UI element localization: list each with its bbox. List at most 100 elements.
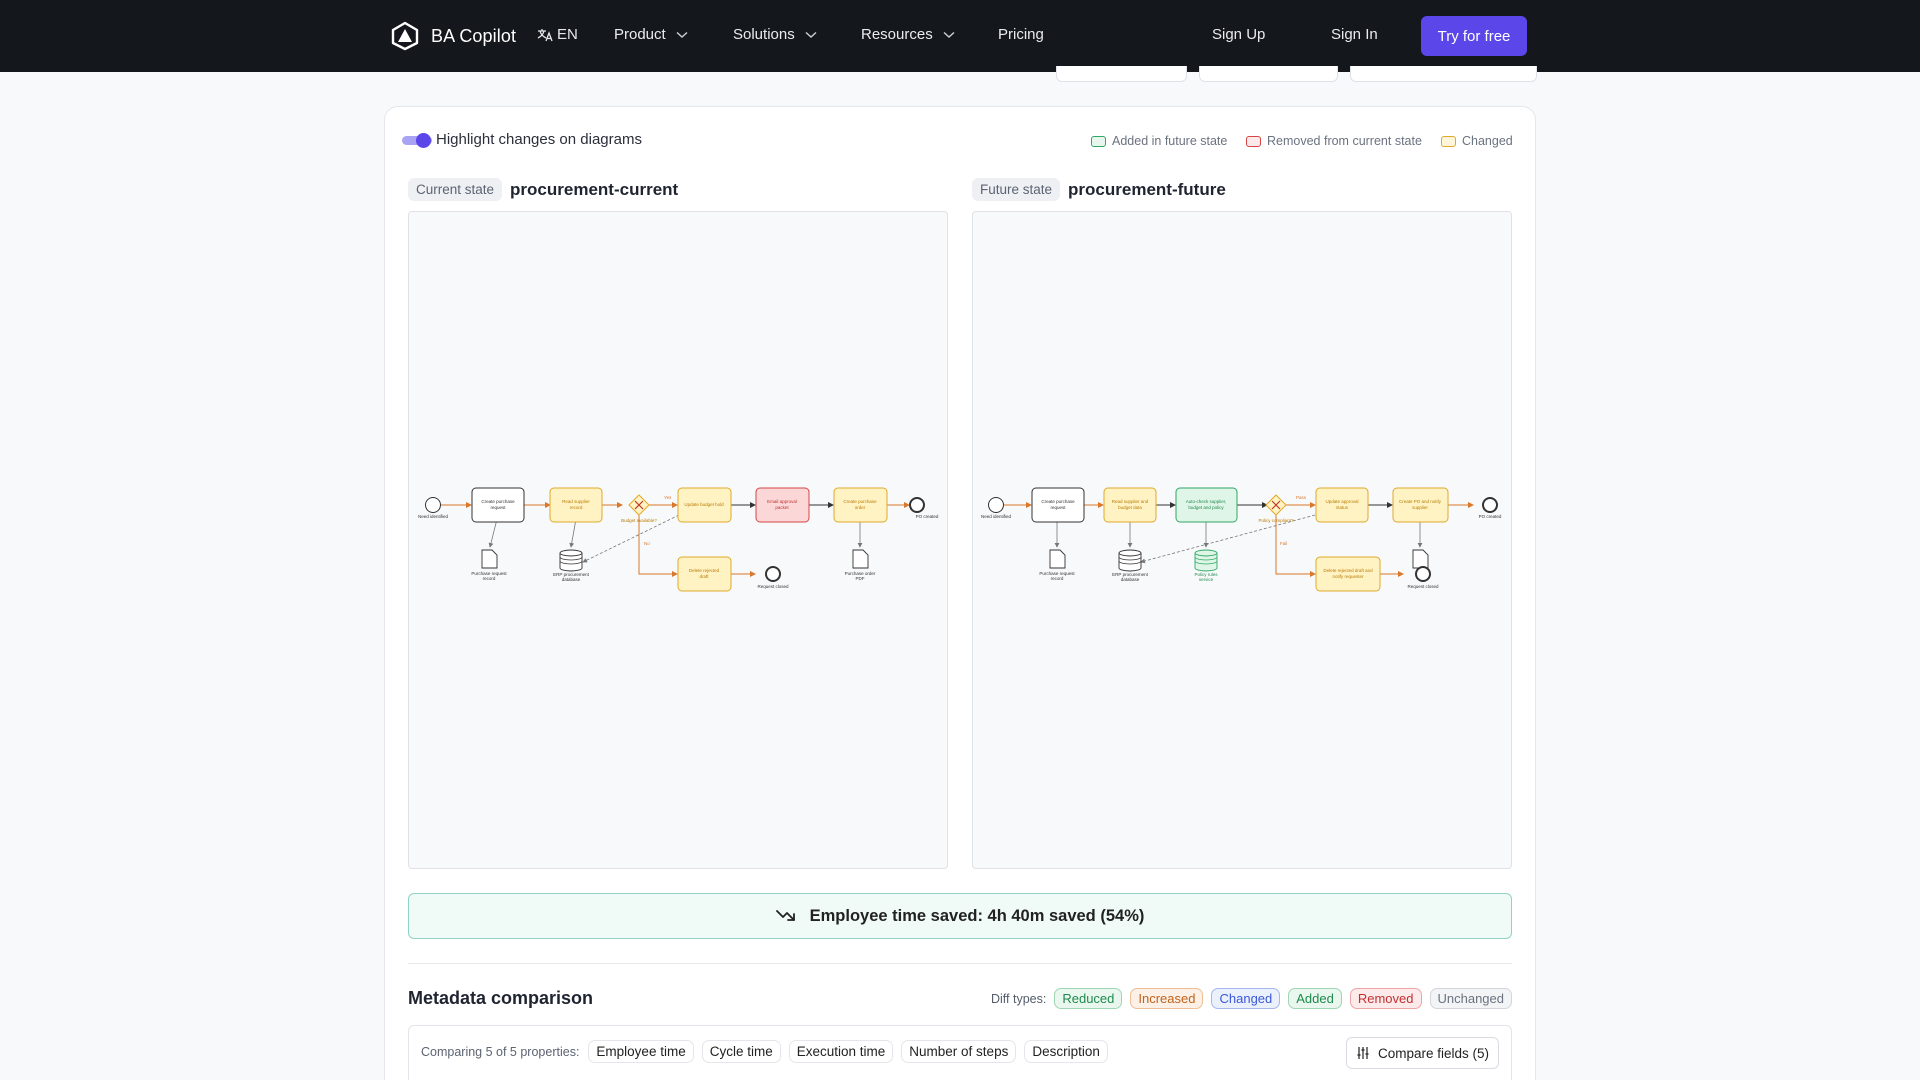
policy-gateway[interactable]: Policy compliant? Pass Fail bbox=[1258, 494, 1307, 546]
metadata-comparison-title: Metadata comparison bbox=[408, 988, 594, 1008]
end-event-request-closed[interactable]: Request closed bbox=[757, 566, 789, 589]
sign-in-link[interactable]: Sign In bbox=[1331, 26, 1378, 43]
svg-text:Delete rejected: Delete rejected bbox=[689, 568, 720, 573]
task-update-budget-hold[interactable]: Update budget hold bbox=[677, 487, 732, 523]
svg-text:Create purchase: Create purchase bbox=[1041, 499, 1075, 504]
property-chip[interactable]: Number of steps bbox=[901, 1040, 1017, 1063]
scrolled-control[interactable] bbox=[1056, 66, 1187, 82]
chevron-down-icon bbox=[805, 31, 817, 38]
nav-solutions[interactable]: Solutions bbox=[733, 26, 817, 43]
legend-changed-label: Changed bbox=[1462, 134, 1513, 148]
brand[interactable]: BA Copilot bbox=[391, 20, 516, 52]
svg-text:database: database bbox=[562, 577, 581, 582]
diff-pill-unchanged: Unchanged bbox=[1429, 988, 1512, 1009]
highlight-toggle-row[interactable]: Highlight changes on diagrams bbox=[402, 131, 642, 148]
svg-text:Auto-check supplier,: Auto-check supplier, bbox=[1186, 499, 1227, 504]
legend-removed-label: Removed from current state bbox=[1267, 134, 1422, 148]
current-state-title: procurement-current bbox=[510, 179, 679, 199]
end-event-request-closed[interactable]: Request closed bbox=[1407, 566, 1439, 589]
sign-up-link[interactable]: Sign Up bbox=[1212, 26, 1265, 43]
svg-text:draft: draft bbox=[699, 574, 709, 579]
nav-resources[interactable]: Resources bbox=[861, 26, 955, 43]
doc-po-notification[interactable] bbox=[1412, 549, 1429, 569]
svg-text:Delete rejected draft and: Delete rejected draft and bbox=[1323, 568, 1373, 573]
doc-purchase-request-record[interactable]: Purchase request record bbox=[1039, 549, 1075, 581]
task-create-po-notify[interactable]: Create PO and notify supplier bbox=[1392, 487, 1449, 523]
db-policy-rules[interactable]: Policy rules service bbox=[1194, 549, 1218, 582]
svg-text:Read supplier and: Read supplier and bbox=[1112, 499, 1149, 504]
legend-added: Added in future state bbox=[1091, 134, 1227, 148]
compare-properties-label: Comparing 5 of 5 properties: bbox=[421, 1044, 580, 1059]
diff-pill-increased: Increased bbox=[1130, 988, 1204, 1009]
task-delete-draft-notify[interactable]: Delete rejected draft and notify request… bbox=[1315, 556, 1381, 592]
trending-down-icon bbox=[775, 910, 795, 921]
task-create-purchase-request[interactable]: Create purchase request bbox=[1031, 487, 1085, 523]
compare-fields-button[interactable]: Compare fields (5) bbox=[1345, 1037, 1499, 1069]
svg-text:budget data: budget data bbox=[1118, 505, 1142, 510]
highlight-toggle[interactable] bbox=[402, 132, 432, 148]
db-erp-procurement[interactable]: ERP procurement database bbox=[553, 549, 590, 582]
property-chip[interactable]: Employee time bbox=[588, 1040, 694, 1063]
chevron-down-icon bbox=[676, 31, 688, 38]
budget-gateway[interactable]: Budget available? Yes No bbox=[621, 494, 672, 546]
compare-properties-row: Comparing 5 of 5 properties: Employee ti… bbox=[421, 1040, 1108, 1063]
svg-text:Create purchase: Create purchase bbox=[481, 499, 515, 504]
task-delete-rejected-draft[interactable]: Delete rejected draft bbox=[677, 556, 732, 592]
nav-pricing[interactable]: Pricing bbox=[998, 26, 1044, 43]
try-for-free-button[interactable]: Try for free bbox=[1421, 16, 1527, 56]
task-create-purchase-order[interactable]: Create purchase order bbox=[833, 487, 888, 523]
highlight-toggle-label: Highlight changes on diagrams bbox=[436, 131, 642, 148]
scrolled-control[interactable] bbox=[1199, 66, 1338, 82]
svg-text:Policy compliant?: Policy compliant? bbox=[1258, 518, 1294, 523]
diff-types-label: Diff types: bbox=[990, 991, 1047, 1006]
task-read-supplier-record[interactable]: Read supplier record bbox=[549, 487, 603, 523]
svg-text:Read supplier: Read supplier bbox=[562, 499, 590, 504]
task-email-approval-packet[interactable]: Email approval packet bbox=[755, 487, 810, 523]
diff-pill-reduced: Reduced bbox=[1054, 988, 1123, 1009]
property-chip[interactable]: Execution time bbox=[788, 1040, 894, 1063]
future-state-title: procurement-future bbox=[1068, 179, 1226, 199]
end-event-po-created[interactable]: PO created bbox=[909, 497, 939, 519]
svg-text:supplier: supplier bbox=[1412, 505, 1428, 510]
svg-text:record: record bbox=[483, 576, 496, 581]
section-divider bbox=[408, 963, 1512, 964]
task-auto-check[interactable]: Auto-check supplier, budget and policy bbox=[1175, 487, 1238, 523]
task-update-approval-status[interactable]: Update approval status bbox=[1315, 487, 1369, 523]
svg-text:Create purchase: Create purchase bbox=[843, 499, 877, 504]
end-event-po-created[interactable]: PO created bbox=[1479, 497, 1502, 519]
current-state-diagram[interactable]: Need identified Create purchase request … bbox=[408, 211, 948, 869]
start-event[interactable]: Need identified bbox=[418, 497, 449, 520]
language-selector[interactable]: EN bbox=[537, 26, 578, 43]
added-swatch bbox=[1091, 135, 1106, 147]
task-read-supplier-budget[interactable]: Read supplier and budget data bbox=[1103, 487, 1157, 523]
property-chip[interactable]: Cycle time bbox=[701, 1040, 781, 1063]
svg-text:Email approval: Email approval bbox=[767, 499, 797, 504]
current-state-header: Current state procurement-current bbox=[408, 178, 678, 201]
diff-pill-changed: Changed bbox=[1211, 988, 1281, 1009]
property-chip[interactable]: Description bbox=[1024, 1040, 1108, 1063]
doc-purchase-order-pdf[interactable]: Purchase order PDF bbox=[845, 549, 876, 581]
svg-text:Budget available?: Budget available? bbox=[621, 518, 657, 523]
changed-swatch bbox=[1441, 135, 1456, 147]
svg-text:notify requester: notify requester bbox=[1332, 574, 1364, 579]
future-state-diagram[interactable]: Need identified Create purchase request … bbox=[972, 211, 1512, 869]
language-label: EN bbox=[557, 26, 578, 43]
svg-text:packet: packet bbox=[775, 505, 789, 510]
svg-text:Update budget hold: Update budget hold bbox=[684, 502, 724, 507]
svg-text:Pass: Pass bbox=[1296, 495, 1307, 500]
svg-text:record: record bbox=[570, 505, 583, 510]
doc-purchase-request-record[interactable]: Purchase request record bbox=[471, 549, 507, 581]
svg-text:Create PO and notify: Create PO and notify bbox=[1399, 499, 1442, 504]
nav-product-label: Product bbox=[614, 26, 666, 43]
nav-product[interactable]: Product bbox=[614, 26, 688, 43]
svg-text:record: record bbox=[1051, 576, 1064, 581]
translate-icon bbox=[537, 28, 553, 41]
legend-added-label: Added in future state bbox=[1112, 134, 1228, 148]
svg-text:request: request bbox=[1050, 505, 1066, 510]
diff-pill-removed: Removed bbox=[1349, 988, 1422, 1009]
db-erp-procurement[interactable]: ERP procurement database bbox=[1112, 549, 1149, 582]
start-event[interactable]: Need identified bbox=[981, 497, 1012, 520]
scrolled-control[interactable] bbox=[1350, 66, 1537, 82]
svg-text:Need identified: Need identified bbox=[981, 514, 1012, 519]
task-create-purchase-request[interactable]: Create purchase request bbox=[471, 487, 525, 523]
